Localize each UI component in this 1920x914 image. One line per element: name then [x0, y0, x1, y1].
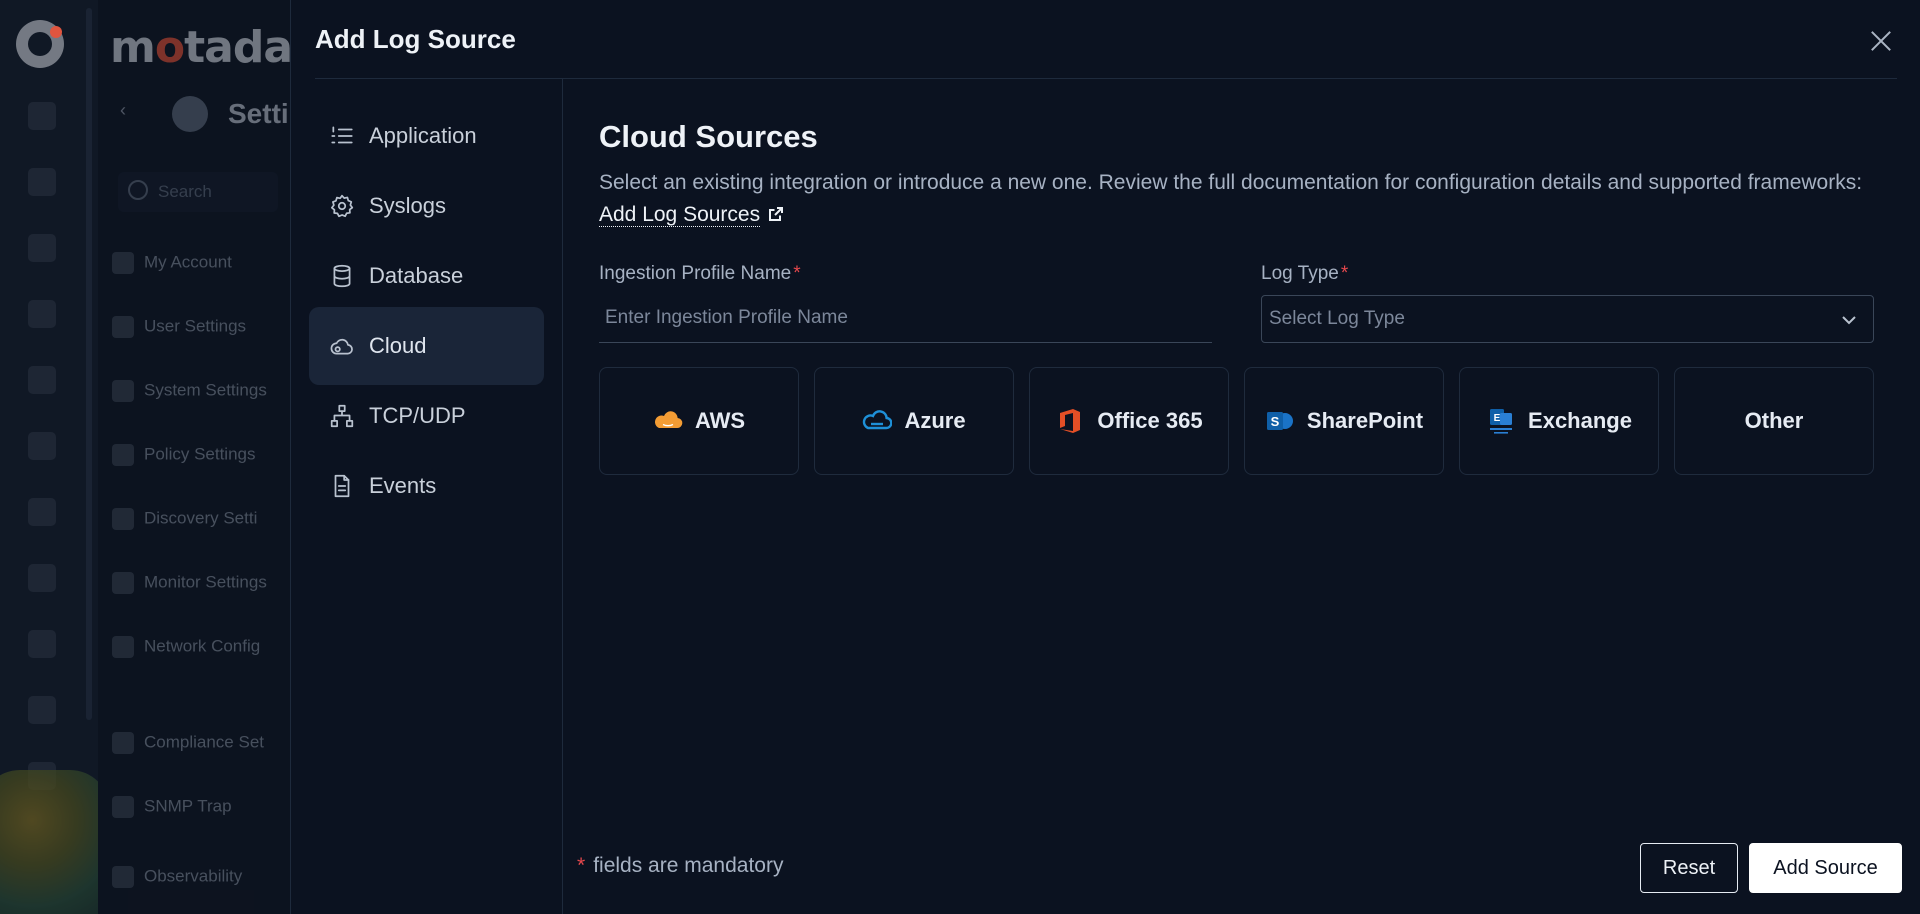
- source-card-label: Other: [1744, 408, 1804, 433]
- nav-item-events[interactable]: Events: [309, 447, 544, 525]
- required-mark: *: [793, 263, 801, 284]
- mandatory-note: * fields are mandatory: [577, 854, 783, 878]
- exchange-icon: E: [1490, 409, 1513, 434]
- nav-item-label: Database: [369, 263, 464, 288]
- gear-icon: [330, 194, 354, 218]
- source-card-label: Azure: [904, 408, 966, 433]
- add-source-button[interactable]: Add Source: [1749, 843, 1902, 893]
- source-card-other[interactable]: Other: [1674, 367, 1874, 475]
- drawer-title: Add Log Source: [315, 24, 516, 54]
- nav-item-tcp-udp[interactable]: TCP/UDP: [309, 377, 544, 455]
- nav-item-label: Application: [369, 123, 477, 148]
- nav-item-database[interactable]: Database: [309, 237, 544, 315]
- source-type-nav: Application Syslogs Database Cloud TCP/U…: [291, 79, 563, 914]
- log-type-select[interactable]: Select Log Type: [1261, 295, 1874, 343]
- source-card-sharepoint[interactable]: S SharePoint: [1244, 367, 1444, 475]
- aws-icon: [654, 411, 683, 429]
- doc-link[interactable]: Add Log Sources: [599, 203, 761, 227]
- external-link-icon[interactable]: [768, 200, 784, 221]
- azure-icon: [863, 410, 893, 430]
- chevron-down-icon: [1842, 316, 1856, 325]
- nav-item-syslogs[interactable]: Syslogs: [309, 167, 544, 245]
- reset-button[interactable]: Reset: [1640, 843, 1738, 893]
- description-text: Select an existing integration or introd…: [599, 171, 1863, 194]
- doc-link-label: Add Log Sources: [599, 203, 761, 226]
- log-type-placeholder: Select Log Type: [1269, 308, 1405, 329]
- cloud-icon: [330, 338, 353, 355]
- svg-text:E: E: [1494, 413, 1501, 424]
- source-card-label: Office 365: [1097, 408, 1203, 433]
- source-card-label: Exchange: [1528, 408, 1632, 433]
- nav-item-label: Syslogs: [369, 193, 447, 218]
- required-mark: *: [1340, 263, 1349, 284]
- page-title: Cloud Sources: [599, 119, 818, 154]
- add-log-source-drawer: Add Log Source Application Syslogs Datab…: [290, 0, 1920, 914]
- cloud-sources-panel: Cloud Sources Select an existing integra…: [599, 79, 1896, 914]
- nav-item-label: Cloud: [369, 333, 427, 358]
- profile-name-label-text: Ingestion Profile Name: [599, 263, 792, 284]
- mandatory-note-text: fields are mandatory: [593, 854, 784, 877]
- source-card-azure[interactable]: Azure: [814, 367, 1014, 475]
- network-icon: [330, 404, 354, 428]
- office365-icon: [1060, 409, 1081, 433]
- source-card-label: AWS: [694, 408, 746, 433]
- log-type-label-text: Log Type: [1261, 263, 1339, 284]
- list-icon: [331, 126, 353, 144]
- source-card-office365[interactable]: Office 365: [1029, 367, 1229, 475]
- source-card-exchange[interactable]: E Exchange: [1459, 367, 1659, 475]
- svg-text:S: S: [1271, 414, 1280, 429]
- nav-item-cloud[interactable]: Cloud: [309, 307, 544, 385]
- sharepoint-icon: S: [1266, 412, 1293, 430]
- required-mark: *: [577, 854, 586, 877]
- nav-item-label: TCP/UDP: [369, 403, 466, 428]
- close-icon[interactable]: [1866, 26, 1896, 56]
- nav-item-label: Events: [369, 473, 437, 498]
- source-cards: AWS Azure Office 365 S SharePoint E Exch…: [599, 367, 1874, 475]
- document-icon: [334, 474, 350, 498]
- nav-item-application[interactable]: Application: [309, 97, 544, 175]
- page-description: Select an existing integration or introd…: [599, 167, 1899, 231]
- profile-name-label: Ingestion Profile Name *: [599, 263, 801, 285]
- log-type-label: Log Type *: [1261, 263, 1348, 285]
- ingestion-profile-name-input[interactable]: [599, 293, 1212, 343]
- modal-backdrop[interactable]: [0, 0, 290, 914]
- source-card-label: SharePoint: [1306, 408, 1424, 433]
- database-icon: [333, 264, 351, 288]
- source-card-aws[interactable]: AWS: [599, 367, 799, 475]
